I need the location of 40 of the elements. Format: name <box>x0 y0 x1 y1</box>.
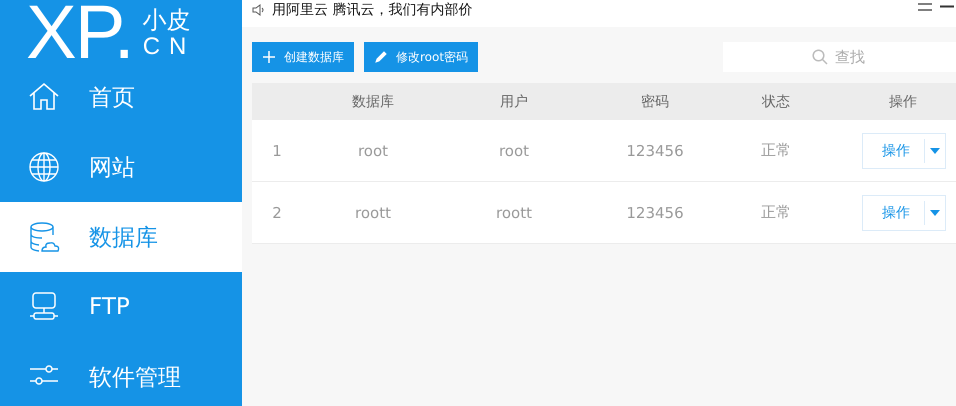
banner-text: 用阿里云 腾讯云，我们有内部价 <box>272 1 472 19</box>
row-number: 2 <box>271 204 283 222</box>
action-button[interactable]: 操作 <box>862 194 946 230</box>
table-cell-text: 123456 <box>625 142 685 160</box>
column-header: 用户 <box>499 92 529 110</box>
table-cell-text: root <box>498 142 530 160</box>
row-number: 1 <box>271 142 283 160</box>
column-header: 数据库 <box>351 92 395 110</box>
caret-icon <box>930 210 940 216</box>
search-field[interactable]: 查找 <box>723 42 956 72</box>
database-cloud-icon <box>28 221 60 253</box>
nav-item[interactable]: 网站 <box>0 132 242 202</box>
table-cell-text: 123456 <box>625 204 685 222</box>
nav-item[interactable]: FTP <box>0 272 242 342</box>
plus-icon <box>262 50 276 64</box>
caret-icon <box>930 148 940 154</box>
table-cell-text: 正常 <box>760 203 792 222</box>
table-cell-text: 正常 <box>760 141 792 160</box>
logo-domain: CN <box>142 34 196 60</box>
column-header: 密码 <box>640 92 670 110</box>
create-button[interactable]: 创建数据库 <box>252 42 354 72</box>
table-cell-text: roott <box>495 204 533 222</box>
minimize-icon[interactable] <box>940 5 954 9</box>
globe-icon <box>28 151 60 183</box>
column-header: 状态 <box>761 92 791 110</box>
speaker-icon <box>252 3 266 17</box>
nav-item[interactable]: 数据库 <box>0 202 242 272</box>
column-header: 操作 <box>888 92 918 110</box>
table-cell-text: root <box>356 142 390 160</box>
home-icon <box>28 81 60 113</box>
logo-mark: XP. <box>26 0 133 62</box>
table-cell-text: roott <box>354 204 392 222</box>
edit-button[interactable]: 修改root密码 <box>364 42 478 72</box>
nav-item[interactable]: 软件管理 <box>0 342 242 406</box>
nav-item[interactable]: 首页 <box>0 62 242 132</box>
monitor-network-icon <box>28 291 60 323</box>
action-button[interactable]: 操作 <box>862 132 946 168</box>
menu-icon[interactable] <box>918 3 932 11</box>
pencil-icon <box>374 50 388 64</box>
logo-name: 小皮 <box>142 6 192 34</box>
